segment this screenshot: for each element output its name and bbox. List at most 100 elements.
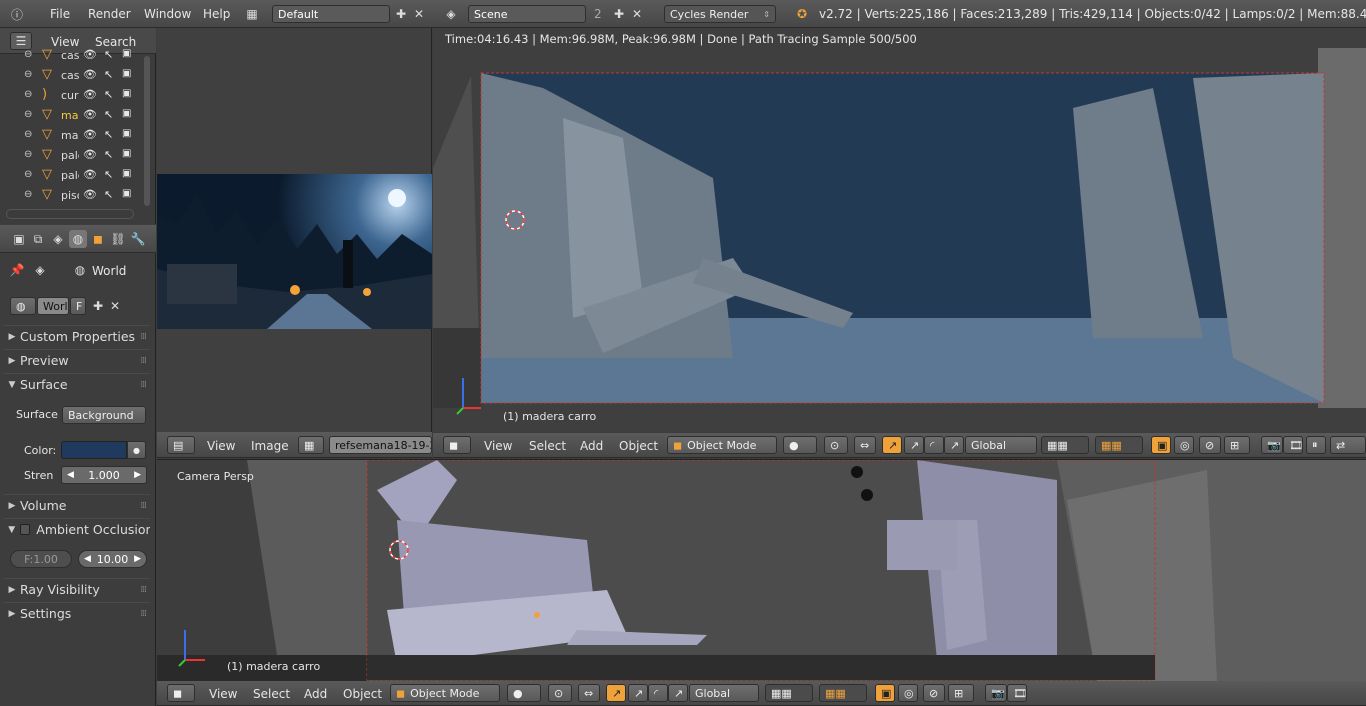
- object-name[interactable]: curv: [61, 89, 79, 102]
- panel-ray-visibility[interactable]: ▶ Ray Visibility ⁞⁞⁞: [4, 578, 150, 600]
- outliner-row[interactable]: ⊖ ▽ cas 👁 ↖ ▣: [0, 46, 150, 66]
- viewport-lock-camera-toggle[interactable]: ▣: [875, 684, 895, 702]
- expand-dot-icon[interactable]: ⊖: [24, 109, 32, 120]
- close-scene-icon[interactable]: ✕: [628, 5, 646, 23]
- decrement-arrow-icon[interactable]: ◀: [67, 470, 74, 480]
- selectable-cursor-icon[interactable]: ↖: [104, 148, 113, 161]
- panel-ambient-occlusion[interactable]: ▼ Ambient Occlusion: [4, 518, 150, 540]
- drag-grip-icon[interactable]: ⁞⁞⁞: [140, 609, 147, 619]
- render-extra-button[interactable]: ⇄: [1330, 436, 1366, 454]
- object-name[interactable]: palo: [61, 149, 79, 162]
- viewport-shading-select[interactable]: ●: [507, 684, 541, 702]
- renderable-camera-icon[interactable]: ▣: [122, 48, 131, 59]
- outliner-row[interactable]: ⊖ ▽ palo 👁 ↖ ▣: [0, 166, 150, 186]
- outliner-row[interactable]: ⊖ ▽ cas 👁 ↖ ▣: [0, 66, 150, 86]
- panel-settings[interactable]: ▶ Settings ⁞⁞⁞: [4, 602, 150, 624]
- viewport-orientation-select[interactable]: Global: [689, 684, 759, 702]
- scene-field[interactable]: Scene: [468, 5, 586, 23]
- color-link-button[interactable]: ●: [127, 441, 146, 459]
- render-snap-toggle[interactable]: ⊘: [1199, 436, 1221, 454]
- render-shading-select[interactable]: ●: [783, 436, 817, 454]
- outliner-row[interactable]: ⊖ ▽ mad 👁 ↖ ▣: [0, 106, 150, 126]
- viewport-menu-select[interactable]: Select: [253, 687, 290, 701]
- viewport-orient-icon[interactable]: ↗: [668, 684, 688, 702]
- add-world-icon[interactable]: ✚: [89, 297, 107, 315]
- world-tab-icon[interactable]: ◍: [69, 230, 87, 248]
- image-browse-button[interactable]: ▦: [298, 436, 324, 454]
- renderable-camera-icon[interactable]: ▣: [122, 108, 131, 119]
- outliner-row[interactable]: ⊖) curv 👁 ↖ ▣: [0, 86, 150, 106]
- drag-grip-icon[interactable]: ⁞⁞⁞: [140, 585, 147, 595]
- render-orient-icon[interactable]: ↗: [944, 436, 964, 454]
- viewport-type-button[interactable]: ◼: [167, 684, 195, 702]
- visibility-eye-icon[interactable]: 👁: [83, 168, 97, 181]
- panel-preview[interactable]: ▶ Preview ⁞⁞⁞: [4, 349, 150, 371]
- fake-user-button[interactable]: F: [70, 297, 86, 315]
- render-engine-select[interactable]: Cycles Render ⇕: [664, 5, 776, 23]
- visibility-eye-icon[interactable]: 👁: [83, 88, 97, 101]
- image-name-field[interactable]: refsemana18-19-2: [329, 436, 432, 454]
- close-layout-icon[interactable]: ✕: [410, 5, 428, 23]
- expand-dot-icon[interactable]: ⊖: [24, 89, 32, 100]
- pin-icon[interactable]: 📌: [8, 261, 26, 279]
- decrement-arrow-icon[interactable]: ◀: [84, 554, 91, 564]
- object-name[interactable]: cas: [61, 69, 79, 82]
- viewport-snap-element-select[interactable]: ⊞: [948, 684, 974, 702]
- ao-distance-field[interactable]: ◀ 10.00 ▶: [78, 550, 147, 568]
- scene-tab-icon[interactable]: ◈: [49, 230, 67, 248]
- render-layers-tab-icon[interactable]: ⧉: [29, 230, 47, 248]
- expand-dot-icon[interactable]: ⊖: [24, 189, 32, 200]
- viewport-anim-render-button[interactable]: 🎞: [1007, 684, 1027, 702]
- visibility-eye-icon[interactable]: 👁: [83, 48, 97, 61]
- view3d-type-button[interactable]: ◼: [443, 436, 471, 454]
- ao-checkbox[interactable]: [19, 524, 31, 535]
- outliner-row[interactable]: ⊖ ▽ piso 👁 ↖ ▣: [0, 186, 150, 206]
- outliner-hscrollbar[interactable]: [6, 209, 134, 219]
- render-translate-toggle[interactable]: ↗: [882, 436, 902, 454]
- outliner-row[interactable]: ⊖ ▽ mad 👁 ↖ ▣: [0, 126, 150, 146]
- viewport-manipulator-toggle[interactable]: ⇔: [578, 684, 600, 702]
- constraints-tab-icon[interactable]: ⛓: [109, 230, 127, 248]
- expand-dot-icon[interactable]: ⊖: [24, 169, 32, 180]
- outliner-scrollbar[interactable]: [144, 56, 150, 206]
- world-color-swatch[interactable]: [61, 441, 127, 459]
- modifiers-tab-icon[interactable]: 🔧: [129, 230, 147, 248]
- selectable-cursor-icon[interactable]: ↖: [104, 48, 113, 61]
- expand-dot-icon[interactable]: ⊖: [24, 69, 32, 80]
- render-pivot-select[interactable]: ⊙: [824, 436, 848, 454]
- viewport-rotate-toggle[interactable]: ↗: [628, 684, 648, 702]
- render-menu-view[interactable]: View: [484, 439, 512, 453]
- expand-dot-icon[interactable]: ⊖: [24, 129, 32, 140]
- selectable-cursor-icon[interactable]: ↖: [104, 128, 113, 141]
- panel-volume[interactable]: ▶ Volume ⁞⁞⁞: [4, 494, 150, 516]
- add-layout-icon[interactable]: ✚: [392, 5, 410, 23]
- viewport-scale-toggle[interactable]: ◜: [648, 684, 668, 702]
- expand-dot-icon[interactable]: ⊖: [24, 49, 32, 60]
- visibility-eye-icon[interactable]: 👁: [83, 68, 97, 81]
- viewport-opengl-render-button[interactable]: 📷: [985, 684, 1007, 702]
- renderable-camera-icon[interactable]: ▣: [122, 128, 131, 139]
- increment-arrow-icon[interactable]: ▶: [134, 470, 141, 480]
- image-menu-image[interactable]: Image: [251, 439, 289, 453]
- drag-grip-icon[interactable]: ⁞⁞⁞: [140, 356, 147, 366]
- renderable-camera-icon[interactable]: ▣: [122, 168, 131, 179]
- viewport-layers-grid[interactable]: ▦▦: [765, 684, 813, 702]
- menu-help[interactable]: Help: [203, 7, 230, 21]
- renderable-camera-icon[interactable]: ▣: [122, 188, 131, 199]
- image-editor-type-button[interactable]: ▤: [167, 436, 195, 454]
- viewport-snap-toggle[interactable]: ⊘: [923, 684, 945, 702]
- outliner-row[interactable]: ⊖ ▽ palo 👁 ↖ ▣: [0, 146, 150, 166]
- info-icon[interactable]: ⓘ: [8, 5, 26, 23]
- selectable-cursor-icon[interactable]: ↖: [104, 88, 113, 101]
- render-menu-select[interactable]: Select: [529, 439, 566, 453]
- world-browse-button[interactable]: ◍: [10, 297, 36, 315]
- add-scene-icon[interactable]: ✚: [610, 5, 628, 23]
- drag-grip-icon[interactable]: ⁞⁞⁞: [140, 501, 147, 511]
- world-name-field[interactable]: Worl: [37, 297, 69, 315]
- render-snap-element-select[interactable]: ⊞: [1224, 436, 1250, 454]
- render-proportional-toggle[interactable]: ◎: [1174, 436, 1194, 454]
- drag-grip-icon[interactable]: ⁞⁞⁞: [140, 332, 147, 342]
- viewport-layers-grid-2[interactable]: ▦▦: [819, 684, 867, 702]
- object-tab-icon[interactable]: ◼: [89, 230, 107, 248]
- render-scale-toggle[interactable]: ◜: [924, 436, 944, 454]
